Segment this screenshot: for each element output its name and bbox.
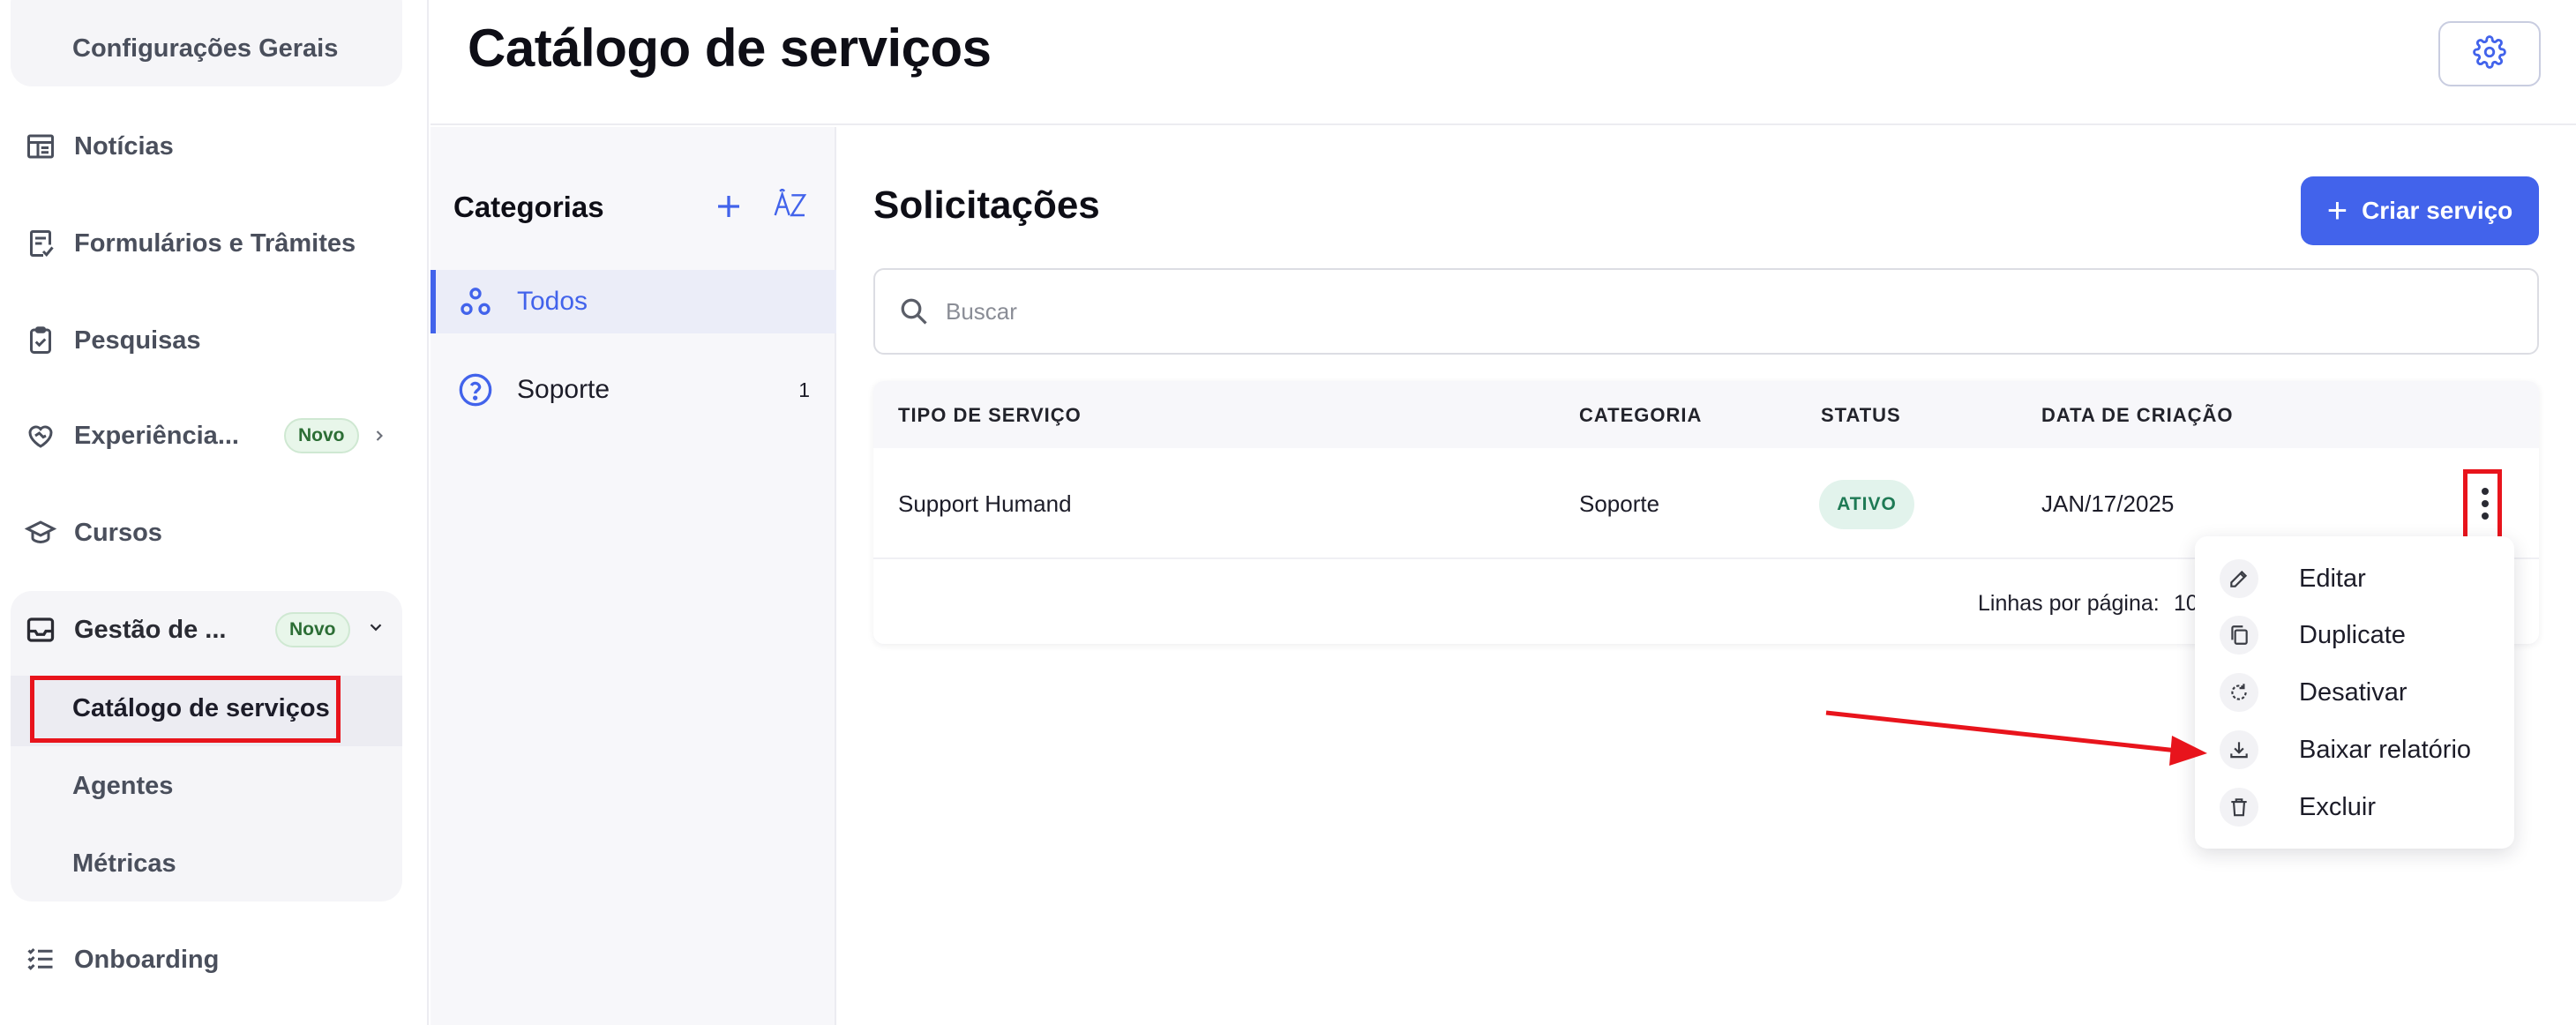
inbox-icon <box>25 614 56 646</box>
chevron-right-icon[interactable] <box>371 423 388 448</box>
column-header-tipo[interactable]: TIPO DE SERVIÇO <box>898 404 1082 427</box>
sidebar-subitem-configuracoes[interactable]: Configurações Gerais <box>72 26 338 71</box>
sidebar-item-gestao[interactable]: Gestão de ... <box>25 603 226 656</box>
sidebar: Configurações Gerais Notícias Formulário… <box>0 0 429 1025</box>
pencil-icon <box>2220 559 2258 598</box>
page-header: Catálogo de serviços <box>431 0 2576 125</box>
page-title: Catálogo de serviços <box>468 19 992 78</box>
column-header-data[interactable]: DATA DE CRIAÇÃO <box>2041 404 2233 427</box>
menu-item-label: Editar <box>2299 564 2366 593</box>
sidebar-subitem-metricas[interactable]: Métricas <box>72 842 176 886</box>
sidebar-subitem-agentes[interactable]: Agentes <box>72 764 173 808</box>
novo-badge: Novo <box>275 612 350 647</box>
add-category-button[interactable] <box>709 189 748 228</box>
novo-badge: Novo <box>284 418 359 453</box>
sidebar-item-formularios[interactable]: Formulários e Trâmites <box>25 217 356 270</box>
sort-az-button[interactable] <box>769 188 812 228</box>
column-header-status[interactable]: STATUS <box>1821 404 1901 427</box>
category-label: Todos <box>517 287 588 316</box>
graduation-cap-icon <box>25 517 56 549</box>
search-icon <box>898 296 930 327</box>
help-circle-icon <box>457 371 494 408</box>
trash-icon <box>2220 788 2258 827</box>
sidebar-item-experiencia[interactable]: Experiência... <box>25 409 239 462</box>
menu-item-baixar-relatorio[interactable]: Baixar relatório <box>2195 722 2514 778</box>
search-input[interactable] <box>946 297 2537 325</box>
sidebar-item-label: Experiência... <box>74 421 239 450</box>
newspaper-icon <box>25 131 56 162</box>
category-label: Soporte <box>517 375 610 404</box>
row-actions-menu: Editar Duplicate Desativar Baixar relató… <box>2195 536 2514 849</box>
annotation-highlight-box <box>2463 469 2502 543</box>
category-count: 1 <box>798 378 810 401</box>
column-header-categoria[interactable]: CATEGORIA <box>1579 404 1702 427</box>
refresh-icon <box>2220 673 2258 712</box>
menu-item-duplicate[interactable]: Duplicate <box>2195 607 2514 663</box>
sidebar-item-onboarding[interactable]: Onboarding <box>25 933 219 986</box>
settings-button[interactable] <box>2438 21 2541 86</box>
menu-item-label: Excluir <box>2299 792 2377 821</box>
chevron-down-icon[interactable] <box>363 617 388 635</box>
create-service-label: Criar serviço <box>2362 197 2513 224</box>
form-check-icon <box>25 228 56 259</box>
annotation-highlight-box <box>30 676 341 743</box>
gear-icon <box>2473 34 2506 73</box>
menu-item-label: Desativar <box>2299 677 2408 707</box>
categories-title: Categorias <box>453 191 604 223</box>
categories-panel: Categorias Todos Soporte 1 <box>431 127 836 1025</box>
category-item-soporte[interactable]: Soporte 1 <box>431 358 836 422</box>
section-title: Solicitações <box>873 183 1100 227</box>
sidebar-item-label: Notícias <box>74 131 174 161</box>
sort-az-icon <box>773 188 808 228</box>
clipboard-check-icon <box>25 325 56 356</box>
menu-item-excluir[interactable]: Excluir <box>2195 779 2514 835</box>
category-item-todos[interactable]: Todos <box>431 270 836 333</box>
sidebar-item-label: Pesquisas <box>74 325 201 355</box>
sidebar-item-pesquisas[interactable]: Pesquisas <box>25 314 200 367</box>
cell-tipo: Support Humand <box>898 490 1072 517</box>
plus-icon: + <box>2326 191 2348 230</box>
search-field <box>873 268 2539 355</box>
heart-handshake-icon <box>25 420 56 452</box>
sidebar-item-label: Gestão de ... <box>74 615 227 644</box>
category-cluster-icon <box>457 283 494 320</box>
rows-per-page-label: Linhas por página: <box>1978 591 2160 616</box>
copy-icon <box>2220 616 2258 655</box>
checklist-icon <box>25 944 56 976</box>
status-badge: ATIVO <box>1819 480 1914 529</box>
menu-item-desativar[interactable]: Desativar <box>2195 664 2514 721</box>
menu-item-label: Duplicate <box>2299 620 2406 649</box>
sidebar-item-noticias[interactable]: Notícias <box>25 120 174 173</box>
cell-categoria: Soporte <box>1579 490 1660 517</box>
plus-icon <box>713 191 745 227</box>
menu-item-editar[interactable]: Editar <box>2195 550 2514 607</box>
create-service-button[interactable]: + Criar serviço <box>2301 176 2539 245</box>
sidebar-item-label: Formulários e Trâmites <box>74 228 356 258</box>
sidebar-item-label: Cursos <box>74 518 162 547</box>
menu-item-label: Baixar relatório <box>2299 735 2472 764</box>
cell-data: JAN/17/2025 <box>2041 490 2175 517</box>
download-icon <box>2220 730 2258 769</box>
sidebar-item-cursos[interactable]: Cursos <box>25 506 162 559</box>
table-header: TIPO DE SERVIÇO CATEGORIA STATUS DATA DE… <box>873 381 2539 448</box>
sidebar-item-label: Onboarding <box>74 945 220 974</box>
